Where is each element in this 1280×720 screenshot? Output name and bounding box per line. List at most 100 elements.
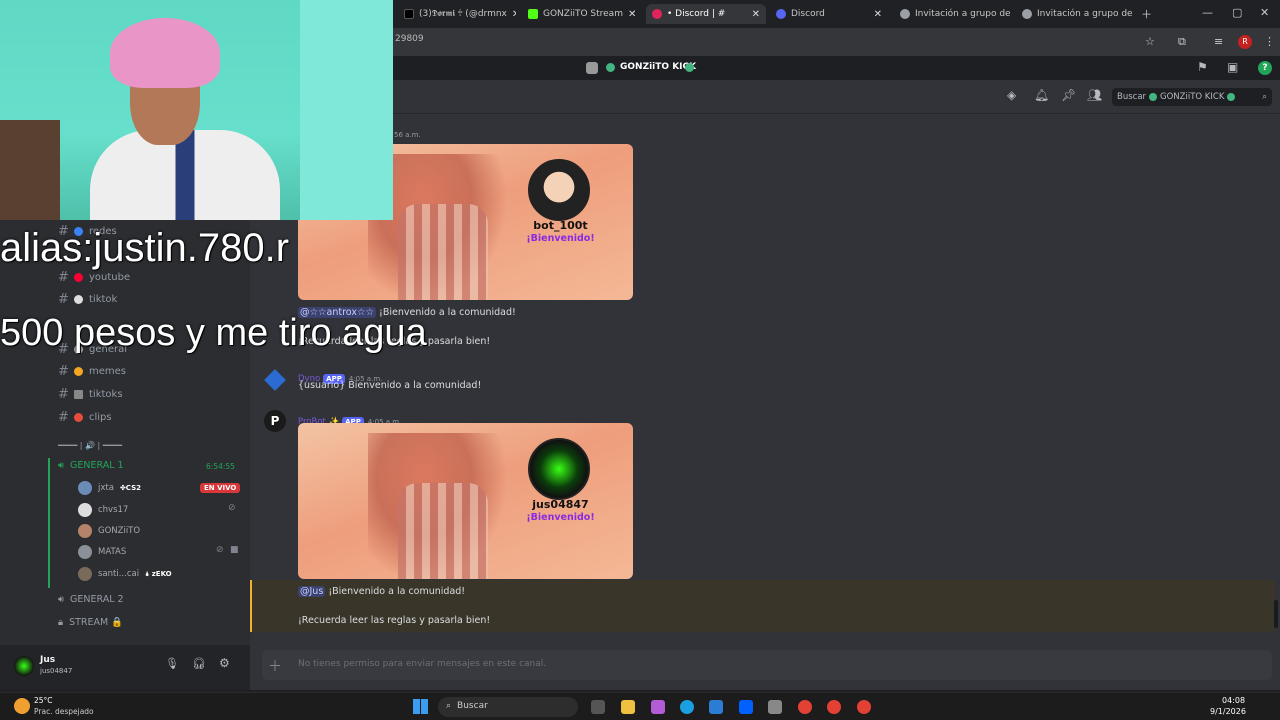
channel-youtube[interactable]: # youtube: [58, 270, 130, 285]
help-icon[interactable]: ?: [1258, 61, 1272, 75]
jersey-illustration: [398, 204, 488, 300]
clock-date[interactable]: 9/1/2026: [1210, 707, 1246, 716]
voice-user[interactable]: santi...cai 🌢 zEKO: [78, 567, 172, 581]
tiktok-icon: [74, 295, 83, 304]
search-icon: ⌕: [1262, 92, 1267, 102]
chrome-icon[interactable]: [857, 700, 871, 714]
close-icon[interactable]: ✕: [512, 9, 516, 20]
taskbar-search[interactable]: ⌕ Buscar: [438, 697, 578, 717]
close-icon[interactable]: ✕: [628, 9, 636, 20]
overlay-donation-text: 500 pesos y me tiro agua: [0, 312, 427, 354]
green-dot-icon: [1149, 93, 1158, 101]
globe-icon: [900, 9, 910, 19]
hash-icon: #: [58, 410, 69, 425]
threads-icon[interactable]: ◈: [1007, 88, 1016, 102]
search-icon: ⌕: [446, 701, 452, 711]
dropbox-icon[interactable]: [739, 700, 753, 714]
muted-icon: ⊘: [216, 545, 224, 555]
chrome-icon[interactable]: [827, 700, 841, 714]
chat-header: ◈ 🔔︎ 📌︎ 👥︎ Buscar GONZiiTO KICK ⌕: [250, 80, 1280, 114]
user-panel: Jus jus04847 🎙︎ 🎧︎ ⚙: [0, 645, 250, 690]
minimize-icon[interactable]: —: [1202, 6, 1213, 19]
microphone-icon[interactable]: 🎙︎: [165, 657, 179, 670]
extensions-icon[interactable]: ⧉: [1178, 35, 1186, 49]
app-icon[interactable]: [768, 700, 782, 714]
voice-channel-stream[interactable]: 🔒︎ STREAM 🔒: [58, 617, 123, 628]
tab-invite-2[interactable]: Invitación a grupo de✕: [1016, 4, 1134, 24]
jersey-illustration: [398, 483, 488, 579]
active-voice-bar: [48, 458, 50, 588]
camera-icon: ■: [230, 545, 239, 555]
add-icon[interactable]: ＋: [268, 656, 282, 676]
channel-memes[interactable]: # memes: [58, 364, 126, 379]
clock-time[interactable]: 04:08: [1222, 696, 1245, 705]
gear-icon[interactable]: ⚙: [219, 656, 230, 670]
category-divider[interactable]: ━━━━ | 🔊 | ━━━━: [58, 441, 122, 450]
close-icon[interactable]: ✕: [874, 9, 882, 20]
voice-user[interactable]: chvs17: [78, 503, 128, 517]
tab-discord[interactable]: Discord ✕: [770, 4, 888, 24]
hash-icon: #: [58, 364, 69, 379]
avatar[interactable]: [14, 656, 34, 676]
deafened-icon: ⊘: [228, 503, 236, 513]
voice-user[interactable]: MATAS: [78, 545, 126, 559]
probot-avatar[interactable]: P: [264, 410, 286, 432]
tiktok-icon: [404, 9, 414, 19]
tab-invite-1[interactable]: Invitación a grupo de✕: [894, 4, 1012, 24]
star-icon[interactable]: ☆: [1145, 35, 1155, 48]
file-explorer-icon[interactable]: [621, 700, 635, 714]
channel-tiktok[interactable]: # tiktok: [58, 292, 117, 307]
channel-tiktoks[interactable]: # tiktoks: [58, 387, 123, 402]
discord-icon: [652, 9, 662, 19]
voice-user[interactable]: jxta ✤CS2: [78, 481, 141, 495]
store-icon[interactable]: [709, 700, 723, 714]
inbox-icon[interactable]: ▣: [1227, 60, 1238, 74]
media-icon[interactable]: ≡: [1214, 35, 1223, 48]
film-icon: [74, 390, 83, 399]
live-badge: EN VIVO: [200, 483, 241, 493]
url-field[interactable]: 29809: [395, 34, 424, 44]
tab-discord-active[interactable]: • Discord | # ✕: [646, 4, 766, 24]
avatar: [78, 524, 92, 538]
server-icon: [586, 62, 598, 74]
furniture-shape: [0, 120, 60, 220]
tab-kick[interactable]: GONZiiTO Stream ✕: [522, 4, 640, 24]
pin-icon[interactable]: 📌︎: [1061, 88, 1076, 102]
close-icon[interactable]: ✕: [752, 9, 760, 20]
laugh-icon: [74, 367, 83, 376]
members-icon[interactable]: 👥︎: [1087, 88, 1102, 102]
maximize-icon[interactable]: ▢: [1232, 6, 1242, 19]
search-input[interactable]: Buscar GONZiiTO KICK ⌕: [1112, 88, 1272, 106]
task-view-icon[interactable]: [591, 700, 605, 714]
edge-icon[interactable]: [680, 700, 694, 714]
bell-icon[interactable]: 🔔︎: [1034, 88, 1049, 102]
new-tab-icon[interactable]: ＋: [1141, 6, 1152, 22]
curtain-shape: [300, 0, 393, 220]
scrollbar[interactable]: [1274, 600, 1278, 628]
avatar: [78, 545, 92, 559]
copilot-icon[interactable]: [651, 700, 665, 714]
menu-icon[interactable]: ⋮: [1264, 35, 1275, 48]
voice-channel-general-2[interactable]: 🔊︎ GENERAL 2: [58, 594, 124, 605]
user-mention[interactable]: @Jus: [298, 586, 326, 597]
green-dot-icon: [1227, 93, 1236, 101]
tab-tiktok[interactable]: (3)𝕯𝖔𝖗𝖒𝖎 🕆 (@drmnx✕: [398, 4, 516, 24]
youtube-icon: [74, 273, 83, 282]
headphones-icon[interactable]: 🎧︎: [192, 657, 206, 670]
pink-hair-shape: [110, 18, 220, 88]
windows-start-icon[interactable]: [413, 699, 428, 714]
discord-icon: [776, 9, 786, 19]
message-input[interactable]: ＋ No tienes permiso para enviar mensajes…: [262, 650, 1272, 680]
scissors-icon: [74, 413, 83, 422]
channel-clips[interactable]: # clips: [58, 410, 112, 425]
profile-avatar[interactable]: R: [1238, 35, 1252, 49]
voice-channel-general-1[interactable]: 🔊︎ GENERAL 1: [58, 460, 124, 471]
flag-icon[interactable]: ⚑: [1197, 60, 1208, 74]
close-window-icon[interactable]: ✕: [1260, 6, 1269, 19]
avatar: [528, 159, 590, 221]
voice-user[interactable]: GONZiiTO: [78, 524, 140, 538]
weather-icon[interactable]: [14, 698, 30, 714]
chrome-icon[interactable]: [798, 700, 812, 714]
message-text: ¡Recuerda leer las reglas y pasarla bien…: [298, 615, 491, 626]
avatar: [78, 567, 92, 581]
